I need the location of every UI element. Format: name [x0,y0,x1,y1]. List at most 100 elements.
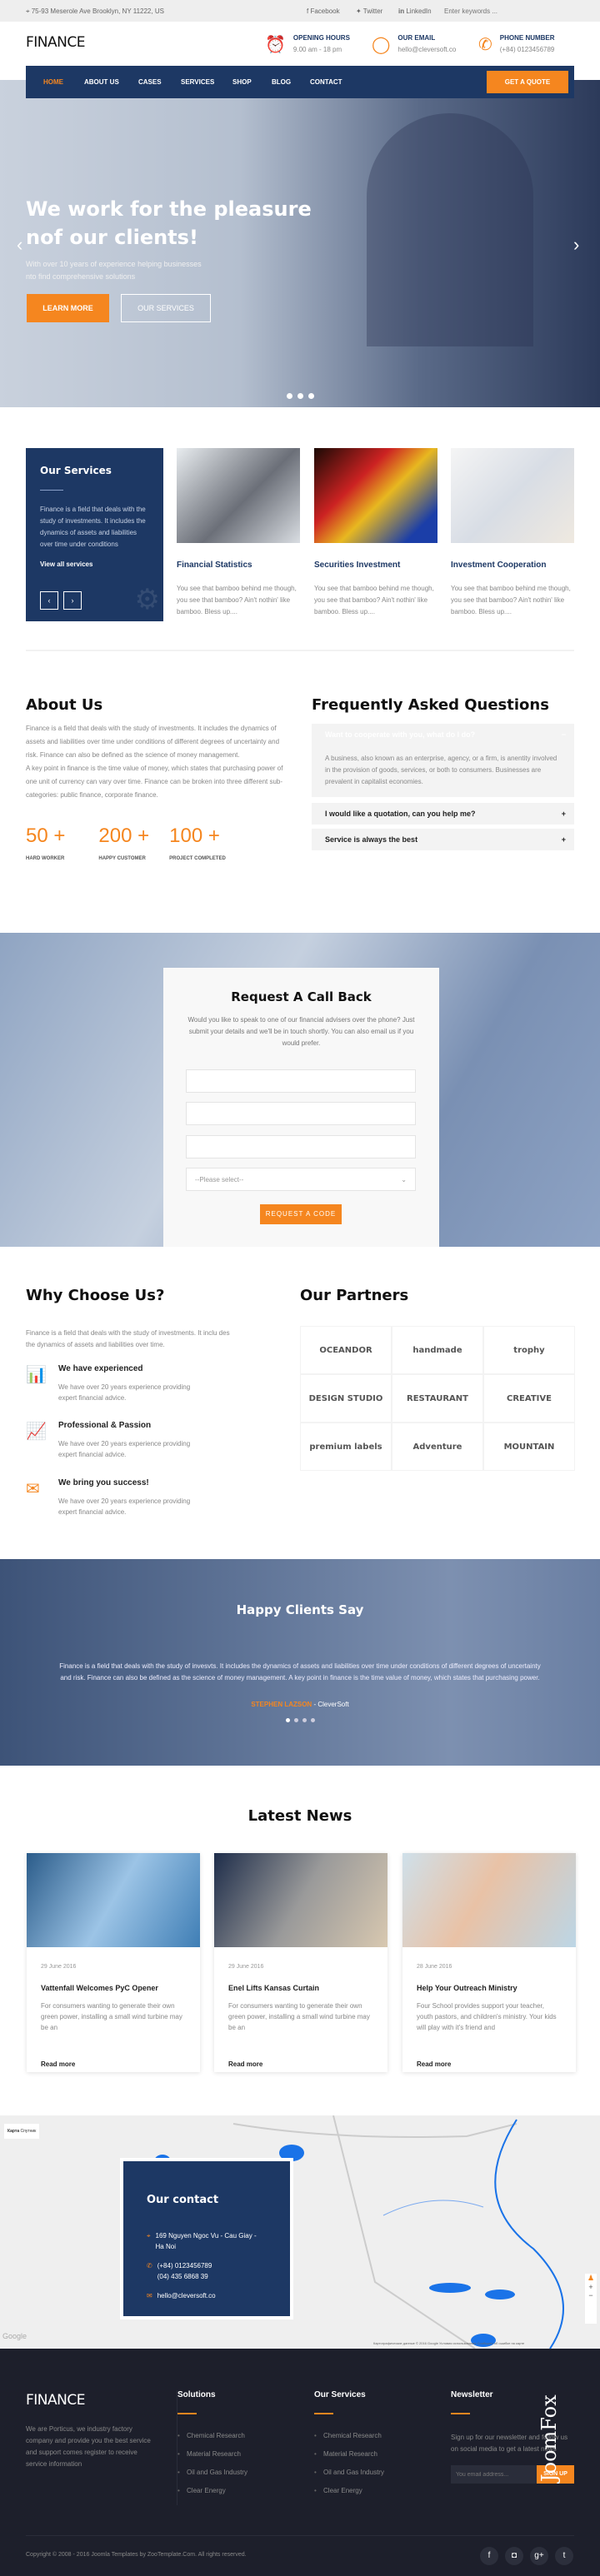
plus-icon: + [561,810,566,818]
why-title: Why Choose Us? [26,1287,165,1304]
map[interactable]: Карта Спутник Google Картографические да… [0,2115,600,2349]
money-envelope-icon: ✉ [26,1480,40,1498]
faq-item[interactable]: Service is always the best + [312,829,574,850]
footer-divider [26,2535,574,2536]
testimonial-section: Happy Clients Say Finance is a field tha… [0,1559,600,1766]
nav-blog[interactable]: BLOG [272,78,291,86]
hero-title: We work for the pleasure nof our clients! [26,197,312,249]
service-card[interactable]: Financial Statistics You see that bamboo … [177,448,300,618]
twitter-link[interactable]: ✦ Twitter [356,7,382,15]
google-plus-icon[interactable]: g+ [530,2547,548,2565]
service-title: Securities Investment [314,561,401,570]
logo[interactable]: FINANCE [26,34,85,51]
next-icon[interactable]: › [63,591,82,610]
facebook-icon[interactable]: f [480,2547,498,2565]
partner-logo[interactable]: premium labels [300,1423,392,1471]
stat-project-completed: 100 + PROJECT COMPLETED [169,825,226,861]
about-title: About Us [26,696,103,714]
nav-cases[interactable]: CASES [138,78,162,86]
google-logo: Google [2,2332,28,2340]
partners-title: Our Partners [300,1287,409,1304]
contact-title: Our contact [147,2194,219,2206]
slider-dot[interactable] [285,1718,290,1722]
slider-dot[interactable] [293,1718,298,1722]
map-attribution: Картографические данные © 2016 Google Ус… [373,2341,525,2345]
opening-hours: ⏰ OPENING HOURS 9.00 am - 18 pm [265,34,350,54]
faq-answer: A business, also known as an enterprise,… [312,745,574,797]
read-more-link[interactable]: Read more [228,2060,373,2068]
news-card[interactable]: 29 June 2016 Vattenfall Welcomes PyC Open… [27,1853,200,2072]
partner-logo[interactable]: DESIGN STUDIO [300,1374,392,1423]
nav-about-us[interactable]: ABOUT US [84,78,119,86]
faq-item[interactable]: I would like a quotation, can you help m… [312,803,574,825]
partner-logo[interactable]: CREATIVE [483,1374,575,1423]
slider-dots [287,393,314,399]
name-input[interactable] [186,1069,416,1093]
divider [40,490,63,491]
partner-logo[interactable]: Adventure [392,1423,483,1471]
service-select[interactable]: --Please select-- ⌄ [186,1168,416,1191]
zoom-controls: ♟ + − [585,2274,597,2324]
about-text: Finance is a field that deals with the s… [26,725,283,799]
partner-logo[interactable]: MOUNTAIN [483,1423,575,1471]
map-type-toggle[interactable]: Карта Спутник [4,2124,40,2139]
service-image [314,448,438,543]
request-code-button[interactable]: REQUEST A CODE [260,1204,342,1224]
slider-dot[interactable] [308,393,314,399]
faq-item-open[interactable]: Want to cooperate with you, what do I do… [312,724,574,745]
twitter-icon[interactable]: t [555,2547,573,2565]
globe-icon: ◯ [372,36,391,54]
facebook-link[interactable]: f Facebook [307,7,340,15]
get-quote-button[interactable]: GET A QUOTE [487,71,568,93]
linkedin-link[interactable]: in LinkedIn [398,7,432,15]
learn-more-button[interactable]: LEARN MORE [27,294,109,322]
read-more-link[interactable]: Read more [41,2060,186,2068]
email-input[interactable] [186,1102,416,1125]
footer-about: We are Porticus, we industry factory com… [26,2425,151,2468]
hero-slider: We work for the pleasure nof our clients!… [0,80,600,407]
slider-dot[interactable] [310,1718,315,1722]
slider-dot[interactable] [298,393,303,399]
nav-shop[interactable]: SHOP [232,78,252,86]
phone-icon: ✆ [478,36,492,54]
pegman-icon[interactable]: ♟ [585,2274,597,2283]
next-arrow-icon[interactable]: › [573,234,579,256]
partner-logo[interactable]: OCEANDOR [300,1326,392,1374]
service-text: You see that bamboo behind me though, yo… [451,585,571,615]
slider-dot[interactable] [287,393,292,399]
view-all-services-link[interactable]: View all services [40,561,149,568]
prev-icon[interactable]: ‹ [40,591,58,610]
partner-logo[interactable]: handmade [392,1326,483,1374]
stat-happy-customer: 200 + HAPPY CUSTOMER [98,825,150,861]
news-card[interactable]: 29 June 2016 Enel Lifts Kansas Curtain For… [214,1853,388,2072]
nav-contact[interactable]: CONTACT [310,78,342,86]
service-card[interactable]: Investment Cooperation You see that bambo… [451,448,574,618]
news-card[interactable]: 28 June 2016 Help Your Outreach Ministry F… [402,1853,576,2072]
footer-solutions: SolutionsChemical ResearchMaterial Resea… [177,2390,248,2505]
news-image [214,1853,388,1947]
testimonial-dots [0,1718,600,1722]
section-divider [26,650,574,651]
top-bar: ⌖ 75-93 Meserole Ave Brooklyn, NY 11222,… [0,0,600,22]
read-more-link[interactable]: Read more [417,2060,562,2068]
main-nav: HOME ABOUT US CASES SERVICES SHOP BLOG C… [26,66,574,98]
presentation-chart-icon: 📊 [26,1366,47,1384]
newsletter-email-input[interactable] [451,2465,537,2484]
our-services-button[interactable]: OUR SERVICES [121,294,211,322]
footer-logo[interactable]: FINANCE [26,2392,85,2409]
zoom-in-button[interactable]: + [585,2283,597,2291]
search-input[interactable] [444,4,536,17]
address-text: ⌖ 75-93 Meserole Ave Brooklyn, NY 11222,… [26,7,164,15]
our-services-box: Our Services Finance is a field that dea… [26,448,163,621]
prev-arrow-icon[interactable]: ‹ [17,234,22,256]
partner-logo[interactable]: trophy [483,1326,575,1374]
zoom-out-button[interactable]: − [585,2291,597,2299]
nav-services[interactable]: SERVICES [181,78,214,86]
instagram-icon[interactable]: ◘ [505,2547,523,2565]
slider-dot[interactable] [302,1718,307,1722]
nav-home[interactable]: HOME [43,78,63,86]
service-card[interactable]: Securities Investment You see that bamboo… [314,448,438,618]
phone-input[interactable] [186,1135,416,1158]
testimonial-author: STEPHEN LAZSON - CleverSoft [251,1701,349,1708]
partner-logo[interactable]: RESTAURANT [392,1374,483,1423]
